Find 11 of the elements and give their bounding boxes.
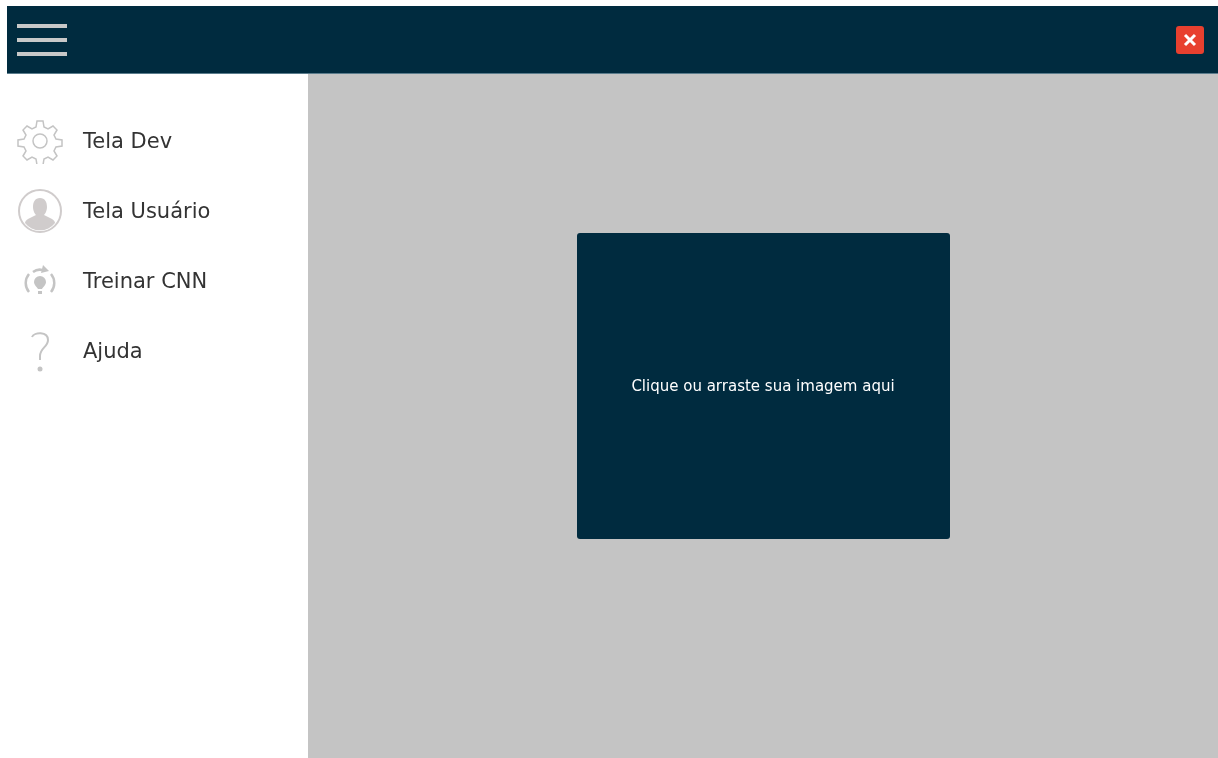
sidebar-item[interactable]: Treinar CNN [83, 269, 208, 293]
close-icon [1183, 32, 1197, 47]
sidebar-item[interactable]: Tela Usuário [83, 199, 211, 223]
user-icon[interactable] [17, 188, 63, 234]
gear-icon[interactable] [17, 118, 63, 164]
sidebar-item[interactable]: Ajuda [83, 339, 143, 363]
menu-icon[interactable] [17, 21, 67, 58]
close-button[interactable] [1176, 25, 1204, 54]
image-drop-zone[interactable]: Clique ou arraste sua imagem aqui [576, 233, 950, 539]
drop-zone-text: Clique ou arraste sua imagem aqui [631, 377, 895, 395]
sidebar-item[interactable]: Tela Dev [83, 129, 173, 153]
